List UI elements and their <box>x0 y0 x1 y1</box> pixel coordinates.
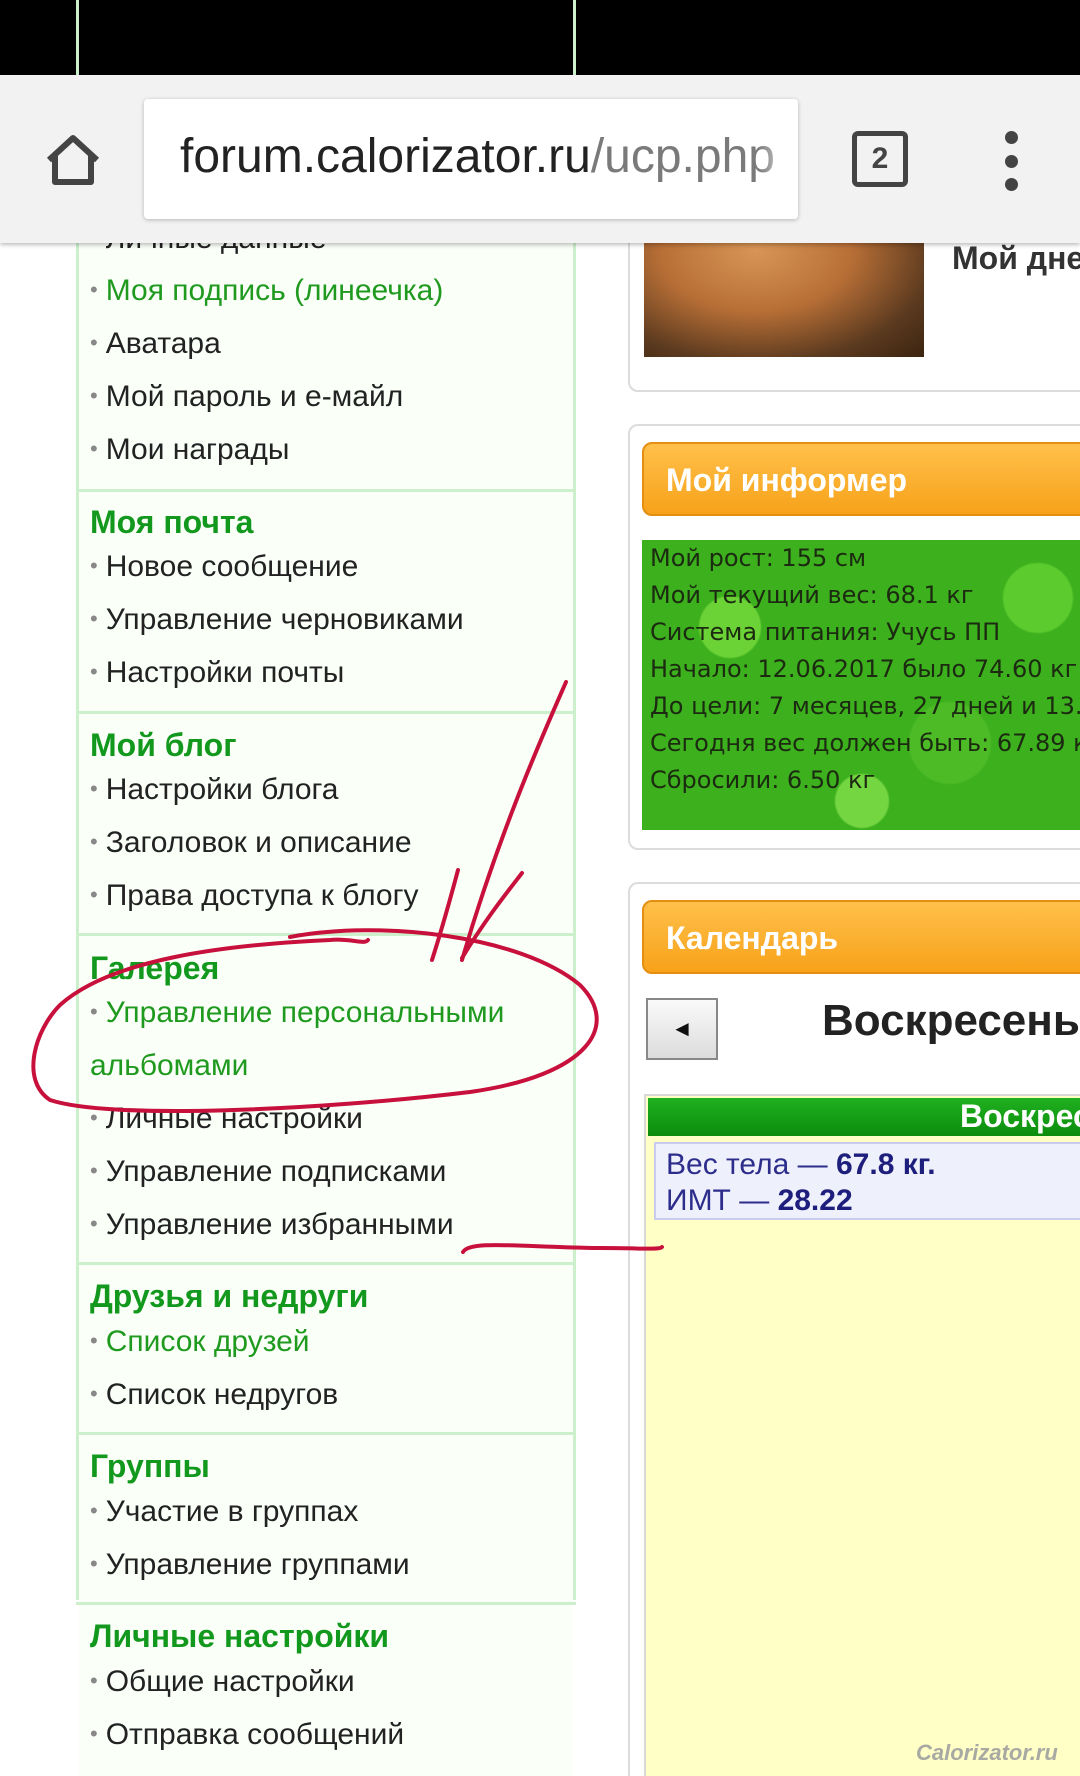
diary-label[interactable]: Мой дне <box>952 240 1080 277</box>
informer-line: Сбросили: 6.50 кг <box>650 766 876 794</box>
informer-line: Мой рост: 155 см <box>650 544 867 572</box>
sidebar-link-blog-title[interactable]: • Заголовок и описание <box>90 826 412 860</box>
url-text: forum.calorizator.ru/ucp.php <box>180 130 775 183</box>
informer-line: Начало: 12.06.2017 было 74.60 кг <box>650 655 1078 683</box>
calendar-prev-button[interactable]: ◄ <box>646 998 718 1060</box>
informer-line: Мой текущий вес: 68.1 кг <box>650 581 974 609</box>
sidebar-link-favorites[interactable]: • Управление избранными <box>90 1208 454 1242</box>
sidebar-link-subscriptions[interactable]: • Управление подписками <box>90 1155 446 1189</box>
tab-count: 2 <box>871 142 889 175</box>
overflow-menu-button[interactable] <box>998 131 1024 191</box>
calendar-header: Календарь <box>642 900 1080 974</box>
browser-toolbar: forum.calorizator.ru/ucp.php 2 <box>0 75 1080 243</box>
sidebar-link-blog-access[interactable]: • Права доступа к блогу <box>90 879 419 913</box>
calendar-day-bar: Воскрес <box>648 1098 1080 1136</box>
watermark: Calorizator.ru <box>916 1740 1058 1765</box>
sidebar-link-gallery-settings[interactable]: • Личные настройки <box>90 1102 363 1136</box>
weight-entry: Вес тела — 67.8 кг. <box>666 1148 936 1181</box>
url-bar[interactable]: forum.calorizator.ru/ucp.php <box>144 99 798 219</box>
sidebar-link-blog-settings[interactable]: • Настройки блога <box>90 773 338 807</box>
informer-line: Система питания: Учусь ПП <box>650 618 1001 646</box>
sidebar-link-signature[interactable]: • Моя подпись (линеечка) <box>90 274 443 308</box>
sidebar-link-group-management[interactable]: • Управление группами <box>90 1548 410 1582</box>
calendar-day-title: Воскресень <box>822 996 1080 1045</box>
sidebar-link-albums[interactable]: • Управление персональными <box>90 996 504 1030</box>
sidebar-link-new-message[interactable]: • Новое сообщение <box>90 550 358 584</box>
sidebar-link-awards[interactable]: • Мои награды <box>90 433 289 467</box>
sidebar-heading-blog: Мой блог <box>90 727 237 763</box>
left-arrow-icon: ◄ <box>671 1016 693 1041</box>
sidebar-link-avatar[interactable]: • Аватара <box>90 327 221 361</box>
sidebar-link-foes-list[interactable]: • Список недругов <box>90 1378 338 1412</box>
tab-switcher-button[interactable]: 2 <box>852 131 908 187</box>
calendar-day-info: Вес тела — 67.8 кг. ИМТ — 28.22 <box>654 1142 1080 1220</box>
home-button[interactable] <box>38 125 108 195</box>
home-icon <box>46 135 100 185</box>
sidebar-heading-gallery: Галерея <box>90 950 220 986</box>
sidebar-link-mail-settings[interactable]: • Настройки почты <box>90 656 344 690</box>
sidebar-link-posting[interactable]: • Отправка сообщений <box>90 1718 404 1752</box>
sidebar-heading-mail: Моя почта <box>90 504 254 540</box>
bmi-entry: ИМТ — 28.22 <box>666 1184 853 1217</box>
sidebar-heading-personal-settings: Личные настройки <box>90 1618 390 1654</box>
status-bar <box>0 0 1080 75</box>
sidebar-link-group-membership[interactable]: • Участие в группах <box>90 1495 358 1529</box>
sidebar-link-general-settings[interactable]: • Общие настройки <box>90 1665 355 1699</box>
informer-header: Мой информер <box>642 442 1080 516</box>
avatar[interactable] <box>644 240 924 357</box>
sidebar-link-friends-list[interactable]: • Список друзей <box>90 1325 310 1359</box>
informer-line: До цели: 7 месяцев, 27 дней и 13.10 <box>650 692 1080 720</box>
sidebar-heading-groups: Группы <box>90 1448 210 1484</box>
informer-widget: Мой рост: 155 см Мой текущий вес: 68.1 к… <box>642 540 1080 830</box>
sidebar-heading-friends: Друзья и недруги <box>90 1278 369 1314</box>
sidebar-link-albums-line2[interactable]: альбомами <box>90 1049 248 1083</box>
sidebar-link-drafts[interactable]: • Управление черновиками <box>90 603 464 637</box>
sidebar-link-password[interactable]: • Мой пароль и е-майл <box>90 380 403 414</box>
informer-line: Сегодня вес должен быть: 67.89 кг <box>650 729 1080 757</box>
